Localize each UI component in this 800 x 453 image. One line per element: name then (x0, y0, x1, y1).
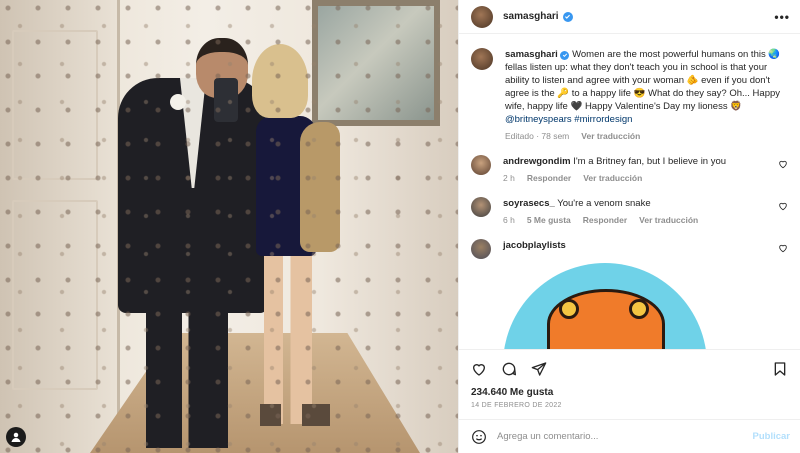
comment-input[interactable] (497, 431, 743, 442)
like-comment-heart-icon[interactable] (778, 243, 788, 253)
caption-mentions[interactable]: @britneyspears #mirrordesign (505, 114, 632, 125)
post-actions (459, 349, 800, 387)
share-send-icon[interactable] (531, 361, 547, 377)
comment-bubble-icon[interactable] (501, 361, 517, 377)
user-icon (11, 432, 21, 442)
caption-avatar[interactable] (471, 48, 493, 70)
verified-badge-icon (562, 11, 573, 22)
like-heart-icon[interactable] (471, 361, 487, 377)
comment-item: soyrasecs_ You're a venom snake 6 h 5 Me… (471, 197, 788, 227)
post-header: samasghari ••• (459, 0, 800, 34)
post-date: 14 DE FEBRERO DE 2022 (471, 402, 562, 409)
author-avatar[interactable] (471, 5, 493, 28)
more-options-button[interactable]: ••• (774, 10, 790, 24)
verified-badge-icon (560, 50, 570, 60)
caption-edited: Editado · 78 sem (505, 131, 570, 141)
comment-composer: Publicar (459, 419, 800, 453)
photo-door (0, 0, 120, 453)
comment-item: andrewgondim I'm a Britney fan, but I be… (471, 155, 788, 185)
reply-button[interactable]: Responder (583, 214, 627, 227)
commenter-username[interactable]: soyrasecs_ (503, 198, 555, 209)
publish-button[interactable]: Publicar (753, 431, 791, 442)
commenter-avatar[interactable] (471, 239, 491, 259)
caption-author[interactable]: samasghari (505, 49, 558, 60)
instagram-post-view: samasghari ••• samasghari Women are the … (0, 0, 800, 453)
comment-item: jacobplaylists (471, 239, 788, 259)
comments-list: samasghari Women are the most powerful h… (459, 34, 800, 349)
save-bookmark-icon[interactable] (772, 361, 788, 377)
commenter-avatar[interactable] (471, 197, 491, 217)
translate-button[interactable]: Ver traducción (639, 214, 698, 227)
photo-woman (248, 44, 340, 439)
translate-button[interactable]: Ver traducción (583, 172, 642, 185)
author-username[interactable]: samasghari (503, 11, 559, 22)
commenter-avatar[interactable] (471, 155, 491, 175)
caption-translate-button[interactable]: Ver traducción (581, 130, 640, 143)
author-name-wrap: samasghari (503, 11, 573, 22)
commenter-username[interactable]: jacobplaylists (503, 240, 566, 251)
tagged-users-button[interactable] (6, 427, 26, 447)
like-comment-heart-icon[interactable] (778, 201, 788, 211)
photo-man (118, 38, 268, 453)
likes-count[interactable]: 234.640 Me gusta (459, 387, 800, 398)
post-photo[interactable] (0, 0, 458, 453)
like-comment-heart-icon[interactable] (778, 159, 788, 169)
caption: samasghari Women are the most powerful h… (471, 48, 788, 143)
photo-phone (214, 78, 238, 122)
commenter-username[interactable]: andrewgondim (503, 156, 571, 167)
comment-text: You're a venom snake (554, 198, 651, 209)
reply-button[interactable]: Responder (527, 172, 571, 185)
comment-likes-button[interactable]: 5 Me gusta (527, 214, 571, 227)
comment-time: 2 h (503, 173, 515, 183)
emoji-smiley-icon[interactable] (471, 429, 487, 445)
comment-time: 6 h (503, 215, 515, 225)
comment-text: I'm a Britney fan, but I believe in you (570, 156, 727, 167)
comment-sticker-image (503, 263, 707, 349)
post-sidebar: samasghari ••• samasghari Women are the … (458, 0, 800, 453)
